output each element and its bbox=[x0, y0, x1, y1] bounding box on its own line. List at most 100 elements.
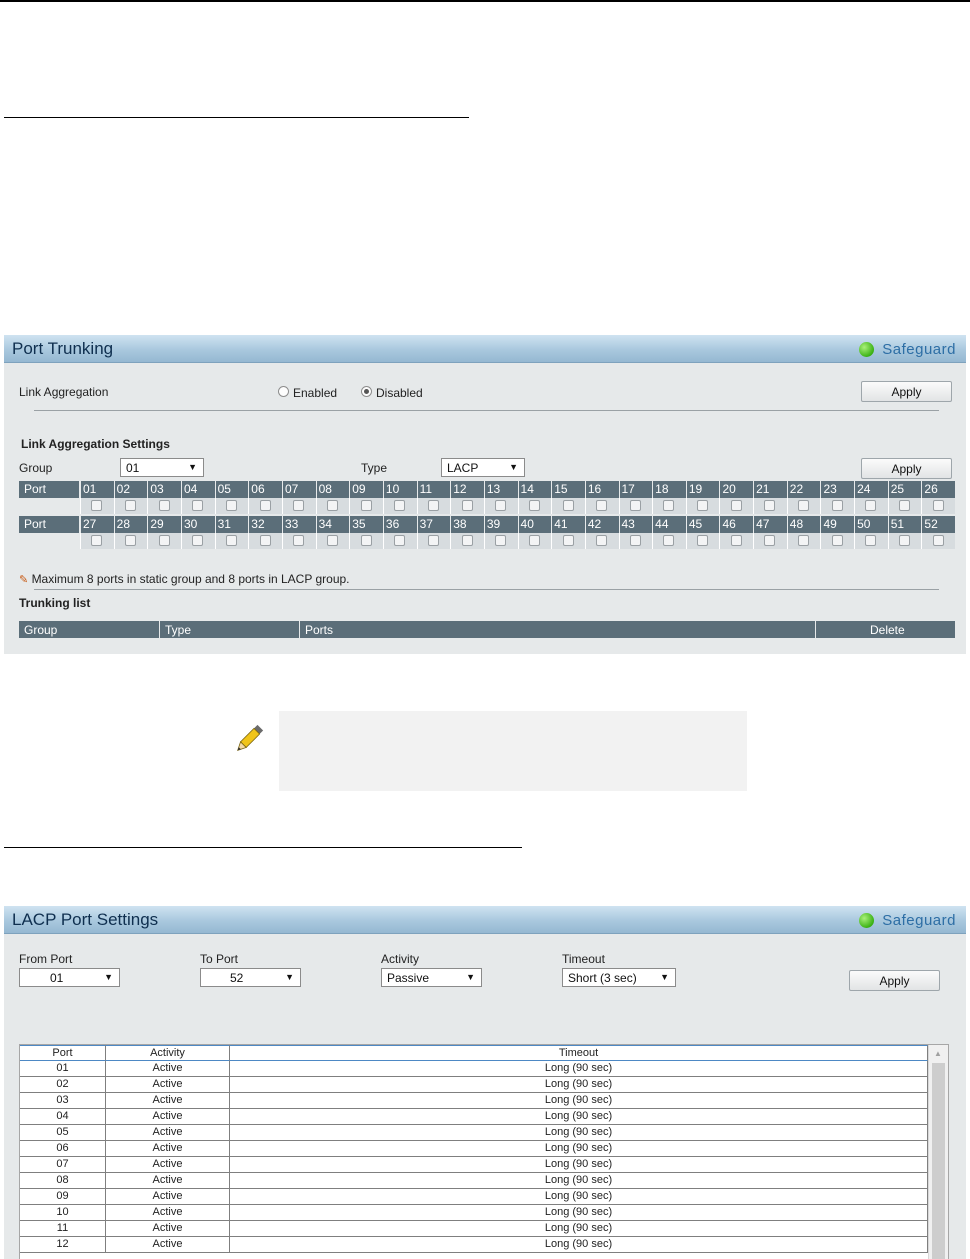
table-row[interactable]: 01 Active Long (90 sec) bbox=[20, 1061, 928, 1077]
table-row[interactable]: 08 Active Long (90 sec) bbox=[20, 1173, 928, 1189]
table-row[interactable]: 04 Active Long (90 sec) bbox=[20, 1109, 928, 1125]
apply-group-button[interactable]: Apply bbox=[861, 458, 952, 479]
port-checkbox[interactable] bbox=[259, 500, 271, 511]
port-checkbox[interactable] bbox=[865, 500, 877, 511]
port-checkbox[interactable] bbox=[293, 535, 305, 546]
port-checkbox[interactable] bbox=[798, 535, 810, 546]
port-checkbox[interactable] bbox=[124, 535, 136, 546]
port-checkbox-cell bbox=[753, 533, 787, 549]
from-port-select[interactable]: 01 ▼ bbox=[19, 968, 120, 987]
disabled-radio[interactable] bbox=[361, 386, 372, 397]
timeout-select[interactable]: Short (3 sec) ▼ bbox=[562, 968, 676, 987]
port-checkbox[interactable] bbox=[730, 535, 742, 546]
group-select[interactable]: 01 ▼ bbox=[120, 458, 204, 477]
table-row[interactable]: 10 Active Long (90 sec) bbox=[20, 1205, 928, 1221]
port-checkbox[interactable] bbox=[360, 500, 372, 511]
scroll-up-icon[interactable]: ▲ bbox=[934, 1049, 942, 1058]
port-checkbox[interactable] bbox=[764, 535, 776, 546]
enabled-radio[interactable] bbox=[278, 386, 289, 397]
port-checkbox-cell bbox=[887, 498, 922, 514]
port-checkbox[interactable] bbox=[158, 500, 170, 511]
port-checkbox[interactable] bbox=[461, 535, 473, 546]
port-checkbox-cell bbox=[854, 498, 888, 514]
port-checkbox[interactable] bbox=[259, 535, 271, 546]
apply-lacp-button[interactable]: Apply bbox=[849, 970, 940, 991]
port-checkbox[interactable] bbox=[124, 500, 136, 511]
port-checkbox[interactable] bbox=[629, 500, 641, 511]
port-checkbox[interactable] bbox=[326, 535, 338, 546]
port-checkbox[interactable] bbox=[831, 535, 843, 546]
port-number: 37 bbox=[416, 516, 451, 533]
port-checkbox-cell bbox=[450, 498, 484, 514]
port-checkbox[interactable] bbox=[326, 500, 338, 511]
port-checkbox[interactable] bbox=[158, 535, 170, 546]
port-checkbox[interactable] bbox=[697, 535, 709, 546]
port-checkbox-row bbox=[19, 498, 956, 514]
port-checkbox[interactable] bbox=[865, 535, 877, 546]
type-select[interactable]: LACP ▼ bbox=[441, 458, 525, 477]
port-checkbox[interactable] bbox=[629, 535, 641, 546]
port-checkbox[interactable] bbox=[596, 500, 608, 511]
port-checkbox[interactable] bbox=[192, 500, 204, 511]
port-checkbox[interactable] bbox=[596, 535, 608, 546]
port-checkbox[interactable] bbox=[394, 500, 406, 511]
port-checkbox[interactable] bbox=[91, 535, 103, 546]
port-checkbox[interactable] bbox=[899, 500, 911, 511]
table-row[interactable]: 09 Active Long (90 sec) bbox=[20, 1189, 928, 1205]
table-row[interactable]: 06 Active Long (90 sec) bbox=[20, 1141, 928, 1157]
port-checkbox-cell bbox=[854, 533, 888, 549]
port-checkbox[interactable] bbox=[697, 500, 709, 511]
port-checkbox[interactable] bbox=[495, 500, 507, 511]
table-row[interactable]: 07 Active Long (90 sec) bbox=[20, 1157, 928, 1173]
table-row[interactable]: 11 Active Long (90 sec) bbox=[20, 1221, 928, 1237]
port-checkbox[interactable] bbox=[528, 500, 540, 511]
panel-title: Port Trunking bbox=[12, 339, 114, 358]
port-checkbox[interactable] bbox=[932, 535, 944, 546]
type-label: Type bbox=[361, 461, 388, 475]
table-row[interactable]: 05 Active Long (90 sec) bbox=[20, 1125, 928, 1141]
to-port-select[interactable]: 52 ▼ bbox=[200, 968, 301, 987]
port-checkbox[interactable] bbox=[293, 500, 305, 511]
port-checkbox-cell bbox=[248, 498, 282, 514]
port-checkbox-cell bbox=[820, 533, 855, 549]
table-row[interactable]: 02 Active Long (90 sec) bbox=[20, 1077, 928, 1093]
port-checkbox-cell bbox=[281, 498, 316, 514]
activity-cell: Active bbox=[106, 1093, 230, 1109]
port-checkbox[interactable] bbox=[427, 535, 439, 546]
table-header: Port Activity Timeout bbox=[20, 1045, 928, 1061]
port-checkbox[interactable] bbox=[225, 500, 237, 511]
port-checkbox[interactable] bbox=[932, 500, 944, 511]
column-timeout: Timeout bbox=[230, 1045, 928, 1061]
top-rule bbox=[0, 0, 970, 2]
table-row[interactable]: 03 Active Long (90 sec) bbox=[20, 1093, 928, 1109]
table-scrollbar[interactable]: ▲ bbox=[928, 1045, 948, 1259]
port-checkbox[interactable] bbox=[91, 500, 103, 511]
group-label: Group bbox=[19, 461, 53, 475]
port-checkbox[interactable] bbox=[663, 500, 675, 511]
port-number: 15 bbox=[551, 481, 585, 498]
activity-select[interactable]: Passive ▼ bbox=[381, 968, 482, 987]
port-checkbox[interactable] bbox=[495, 535, 507, 546]
port-checkbox[interactable] bbox=[764, 500, 776, 511]
port-checkbox[interactable] bbox=[360, 535, 372, 546]
port-checkbox[interactable] bbox=[192, 535, 204, 546]
port-checkbox-cell bbox=[248, 533, 282, 549]
port-checkbox[interactable] bbox=[730, 500, 742, 511]
port-checkbox[interactable] bbox=[899, 535, 911, 546]
port-checkbox[interactable] bbox=[461, 500, 473, 511]
port-checkbox[interactable] bbox=[394, 535, 406, 546]
port-checkbox[interactable] bbox=[427, 500, 439, 511]
port-checkbox[interactable] bbox=[562, 535, 574, 546]
scroll-thumb[interactable] bbox=[932, 1063, 945, 1259]
port-number: 49 bbox=[820, 516, 854, 533]
port-checkbox[interactable] bbox=[528, 535, 540, 546]
apply-link-aggregation-button[interactable]: Apply bbox=[861, 381, 952, 402]
table-row[interactable]: 12 Active Long (90 sec) bbox=[20, 1237, 928, 1253]
port-checkbox[interactable] bbox=[225, 535, 237, 546]
port-checkbox[interactable] bbox=[831, 500, 843, 511]
port-checkbox[interactable] bbox=[562, 500, 574, 511]
timeout-cell: Long (90 sec) bbox=[230, 1189, 928, 1205]
port-checkbox[interactable] bbox=[663, 535, 675, 546]
port-checkbox[interactable] bbox=[798, 500, 810, 511]
to-port-label: To Port bbox=[200, 952, 239, 966]
